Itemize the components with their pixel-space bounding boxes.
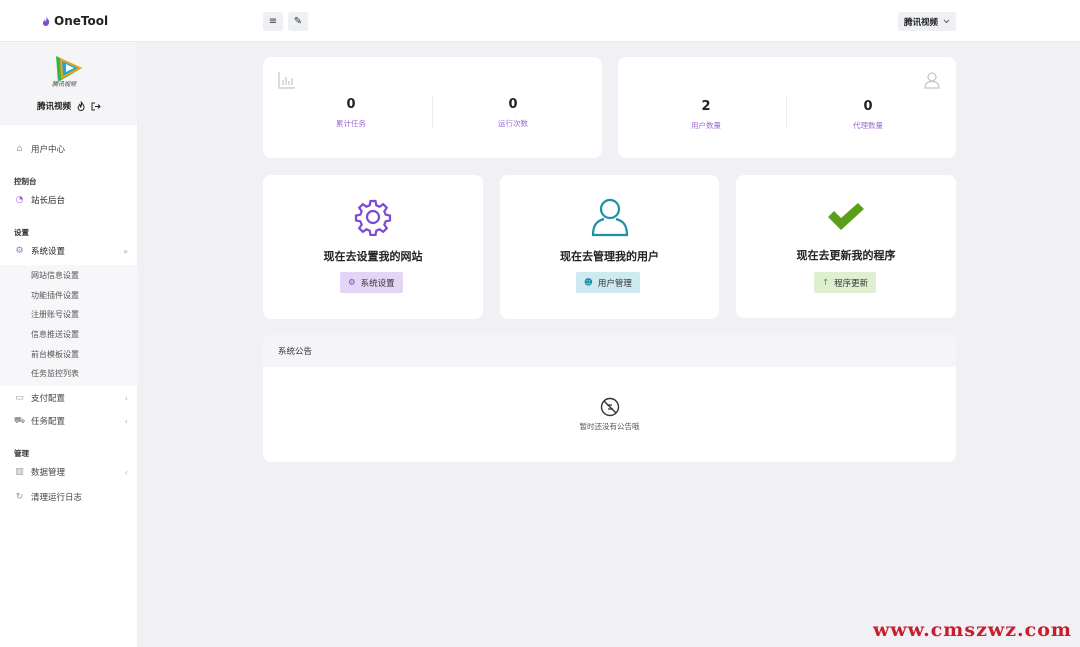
sidebar-item-label: 支付配置 (31, 394, 66, 404)
bar-chart-icon (278, 72, 295, 89)
bar-chart-icon: ▥ (15, 467, 24, 477)
sidebar-item-system-settings[interactable]: ⚙ 系统设置 » (0, 241, 138, 261)
gear-icon (354, 199, 392, 236)
gear-icon: ⚙ (348, 277, 356, 288)
users-icon (924, 72, 940, 89)
cart-icon: ⛟ (13, 415, 26, 426)
stat-value: 0 (508, 97, 518, 112)
sidebar-item-user-center[interactable]: ⌂ 用户中心 (0, 139, 138, 159)
menu-icon: ≡ (268, 16, 278, 27)
sidebar-item-label: 任务配置 (31, 417, 66, 427)
button-label: 用户管理 (597, 278, 632, 289)
home-icon: ⌂ (16, 144, 23, 154)
app-name: OneTool (54, 14, 109, 28)
sidebar-item-admin-backend[interactable]: ◔ 站长后台 (0, 190, 138, 210)
section-console: 控制台 (14, 177, 37, 186)
money-icon: ▭ (15, 393, 24, 403)
stat-label: 运行次数 (498, 119, 528, 128)
profile-name: 腾讯视频 (37, 102, 72, 112)
action-title: 现在去更新我的程序 (796, 249, 896, 262)
gear-icon: ⚙ (15, 246, 24, 256)
sidebar-item-label: 数据管理 (31, 468, 66, 478)
check-icon (828, 203, 864, 230)
stat-label: 代理数量 (853, 121, 883, 130)
section-settings: 设置 (14, 228, 29, 237)
action-card-users: 现在去管理我的用户 ☻ 用户管理 (500, 175, 719, 319)
logout-icon[interactable] (91, 102, 101, 111)
refresh-icon: ↻ (15, 492, 24, 502)
chevron-down-icon (943, 19, 950, 24)
system-settings-submenu: 网站信息设置 功能插件设置 注册账号设置 信息推送设置 前台模板设置 任务监控列… (0, 265, 138, 386)
system-notice-card: 系统公告 暂时还没有公告哦 (263, 335, 956, 462)
user-icon (591, 198, 628, 237)
submenu-item[interactable]: 任务监控列表 (31, 368, 79, 379)
chevron-double-down-icon: » (123, 246, 128, 256)
action-card-settings: 现在去设置我的网站 ⚙ 系统设置 (263, 175, 483, 319)
stats-card-tasks: 0 累计任务 0 运行次数 (263, 57, 602, 158)
section-manage: 管理 (14, 449, 29, 458)
divider (786, 97, 787, 129)
button-label: 系统设置 (360, 278, 395, 289)
user-dropdown[interactable]: 腾讯视频 (897, 12, 956, 31)
submenu-item[interactable]: 功能插件设置 (31, 290, 79, 301)
stat-run-count: 0 运行次数 (433, 97, 593, 129)
sidebar-item-label: 用户中心 (31, 145, 66, 155)
sidebar-item-label: 站长后台 (31, 196, 66, 206)
app-brand[interactable]: OneTool (42, 14, 108, 28)
sidebar-item-label: 清理运行日志 (31, 493, 83, 503)
top-bar: OneTool ≡ ✎ 腾讯视频 (0, 0, 1080, 42)
stat-user-count: 2 用户数量 (626, 99, 786, 131)
chevron-left-icon: ‹ (124, 467, 128, 477)
sidebar-item-task-config[interactable]: ⛟ 任务配置 ‹ (0, 411, 138, 431)
flame-icon (42, 16, 50, 26)
gauge-icon: ◔ (15, 195, 24, 205)
sidebar-item-data-manage[interactable]: ▥ 数据管理 ‹ (0, 462, 138, 482)
watermark-text: www.cmszwz.com (872, 619, 1072, 641)
theme-brush-button[interactable]: ✎ (288, 12, 308, 31)
profile-name-row: 腾讯视频 (37, 100, 101, 112)
sidebar: 腾讯视频 腾讯视频 ⌂ 用户中心 控制台 ◔ 站长后台 设置 ⚙ 系统设置 » … (0, 42, 138, 647)
stat-label: 用户数量 (691, 121, 721, 130)
stat-value: 2 (701, 99, 711, 114)
arrow-up-icon: ↑ (822, 277, 830, 288)
no-content-icon (600, 397, 619, 417)
system-settings-button[interactable]: ⚙ 系统设置 (340, 272, 403, 293)
sidebar-item-label: 系统设置 (31, 247, 66, 257)
stat-value: 0 (863, 99, 873, 114)
menu-toggle-button[interactable]: ≡ (263, 12, 283, 31)
user-dropdown-label: 腾讯视频 (903, 17, 938, 28)
notice-header: 系统公告 (263, 335, 956, 367)
action-title: 现在去设置我的网站 (323, 250, 423, 263)
chevron-left-icon: ‹ (124, 416, 128, 426)
stat-value: 0 (346, 97, 356, 112)
action-card-update: 现在去更新我的程序 ↑ 程序更新 (736, 175, 956, 318)
sidebar-item-clear-logs[interactable]: ↻ 清理运行日志 (0, 487, 138, 507)
notice-empty-text: 暂时还没有公告哦 (579, 422, 640, 431)
stat-label: 累计任务 (336, 119, 366, 128)
stats-card-users: 2 用户数量 0 代理数量 (618, 57, 956, 158)
program-update-button[interactable]: ↑ 程序更新 (814, 272, 877, 293)
user-management-button[interactable]: ☻ 用户管理 (576, 272, 640, 293)
submenu-item[interactable]: 注册账号设置 (31, 309, 79, 320)
profile-panel: 腾讯视频 腾讯视频 (0, 42, 137, 125)
submenu-item[interactable]: 信息推送设置 (31, 329, 79, 340)
chevron-left-icon: ‹ (124, 393, 128, 403)
action-title: 现在去管理我的用户 (560, 250, 659, 263)
brush-icon: ✎ (293, 16, 303, 27)
button-label: 程序更新 (834, 278, 869, 289)
notice-empty-state: 暂时还没有公告哦 (263, 397, 956, 432)
stat-total-tasks: 0 累计任务 (271, 97, 431, 129)
sidebar-item-payment-config[interactable]: ▭ 支付配置 ‹ (0, 388, 138, 408)
users-icon: ☻ (584, 277, 593, 288)
submenu-item[interactable]: 前台模板设置 (31, 349, 79, 360)
submenu-item[interactable]: 网站信息设置 (31, 270, 79, 281)
fire-icon[interactable] (77, 101, 85, 111)
notice-title: 系统公告 (278, 347, 313, 357)
logo-caption: 腾讯视频 (52, 81, 77, 88)
stat-agent-count: 0 代理数量 (788, 99, 948, 131)
